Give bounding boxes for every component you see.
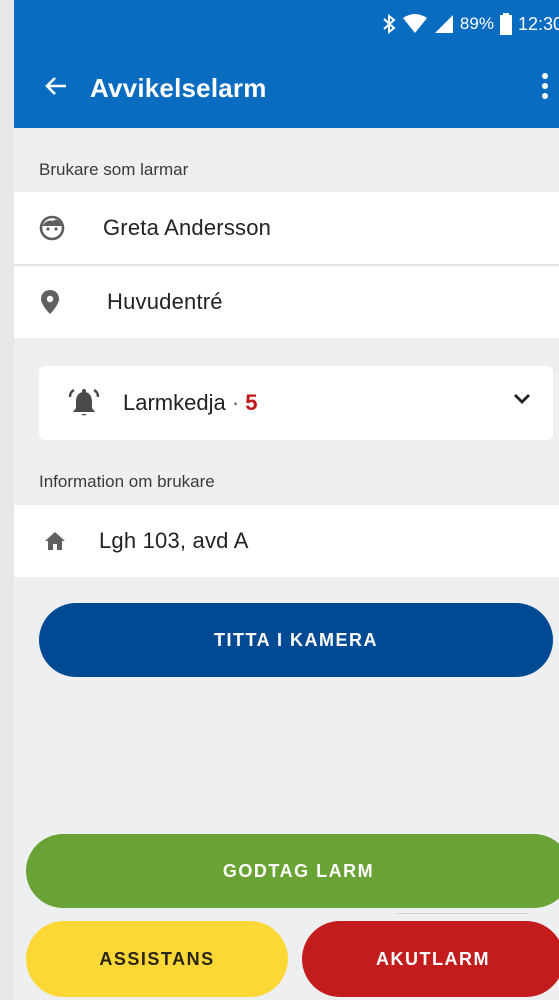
- user-name: Greta Andersson: [103, 215, 272, 240]
- view-camera-button[interactable]: TITTA I KAMERA: [39, 603, 553, 677]
- assistance-button[interactable]: ASSISTANS: [26, 921, 288, 997]
- battery-percentage: 89%: [459, 14, 494, 33]
- section-label-user-info: Information om brukare: [39, 472, 215, 491]
- face-icon: [39, 215, 79, 241]
- home-icon: [44, 531, 84, 551]
- back-button[interactable]: [26, 48, 86, 128]
- overflow-menu-button[interactable]: [531, 48, 559, 128]
- bluetooth-icon: [382, 14, 396, 34]
- battery-icon: [499, 13, 512, 35]
- accept-alarm-button[interactable]: GODTAG LARM: [26, 834, 559, 908]
- status-bar: 89% 12:30: [14, 0, 559, 48]
- location-row: Huvudentré: [14, 266, 559, 338]
- user-name-row: Greta Andersson: [14, 192, 559, 264]
- alarm-chain-separator: ·: [225, 390, 246, 415]
- chevron-down-icon: [513, 392, 531, 410]
- alarm-chain-dropdown[interactable]: Larmkedja · 5: [39, 366, 553, 440]
- app-bar: Avvikelselarm: [14, 48, 559, 128]
- divider: [396, 913, 528, 914]
- apartment-text: Lgh 103, avd A: [99, 528, 249, 553]
- location-text: Huvudentré: [107, 289, 223, 314]
- location-pin-icon: [39, 289, 79, 315]
- alarm-chain-label: Larmkedja: [123, 390, 226, 415]
- phone-screen: 89% 12:30 Avvikelselarm Brukare som larm…: [14, 0, 559, 1000]
- page-title: Avvikelselarm: [90, 72, 267, 103]
- emergency-alarm-button[interactable]: AKUTLARM: [302, 921, 559, 997]
- section-label-alarming-user: Brukare som larmar: [39, 160, 189, 179]
- alarm-chain-label-group: Larmkedja · 5: [123, 390, 258, 416]
- alarm-chain-count: 5: [245, 390, 258, 415]
- arrow-back-icon: [45, 76, 67, 101]
- clock: 12:30: [517, 13, 559, 34]
- wifi-icon: [402, 14, 428, 34]
- bell-ring-icon: [67, 388, 101, 418]
- status-icons: 89% 12:30: [382, 13, 559, 35]
- signal-icon: [434, 14, 454, 34]
- apartment-row: Lgh 103, avd A: [14, 505, 559, 577]
- more-vert-icon: [541, 72, 549, 104]
